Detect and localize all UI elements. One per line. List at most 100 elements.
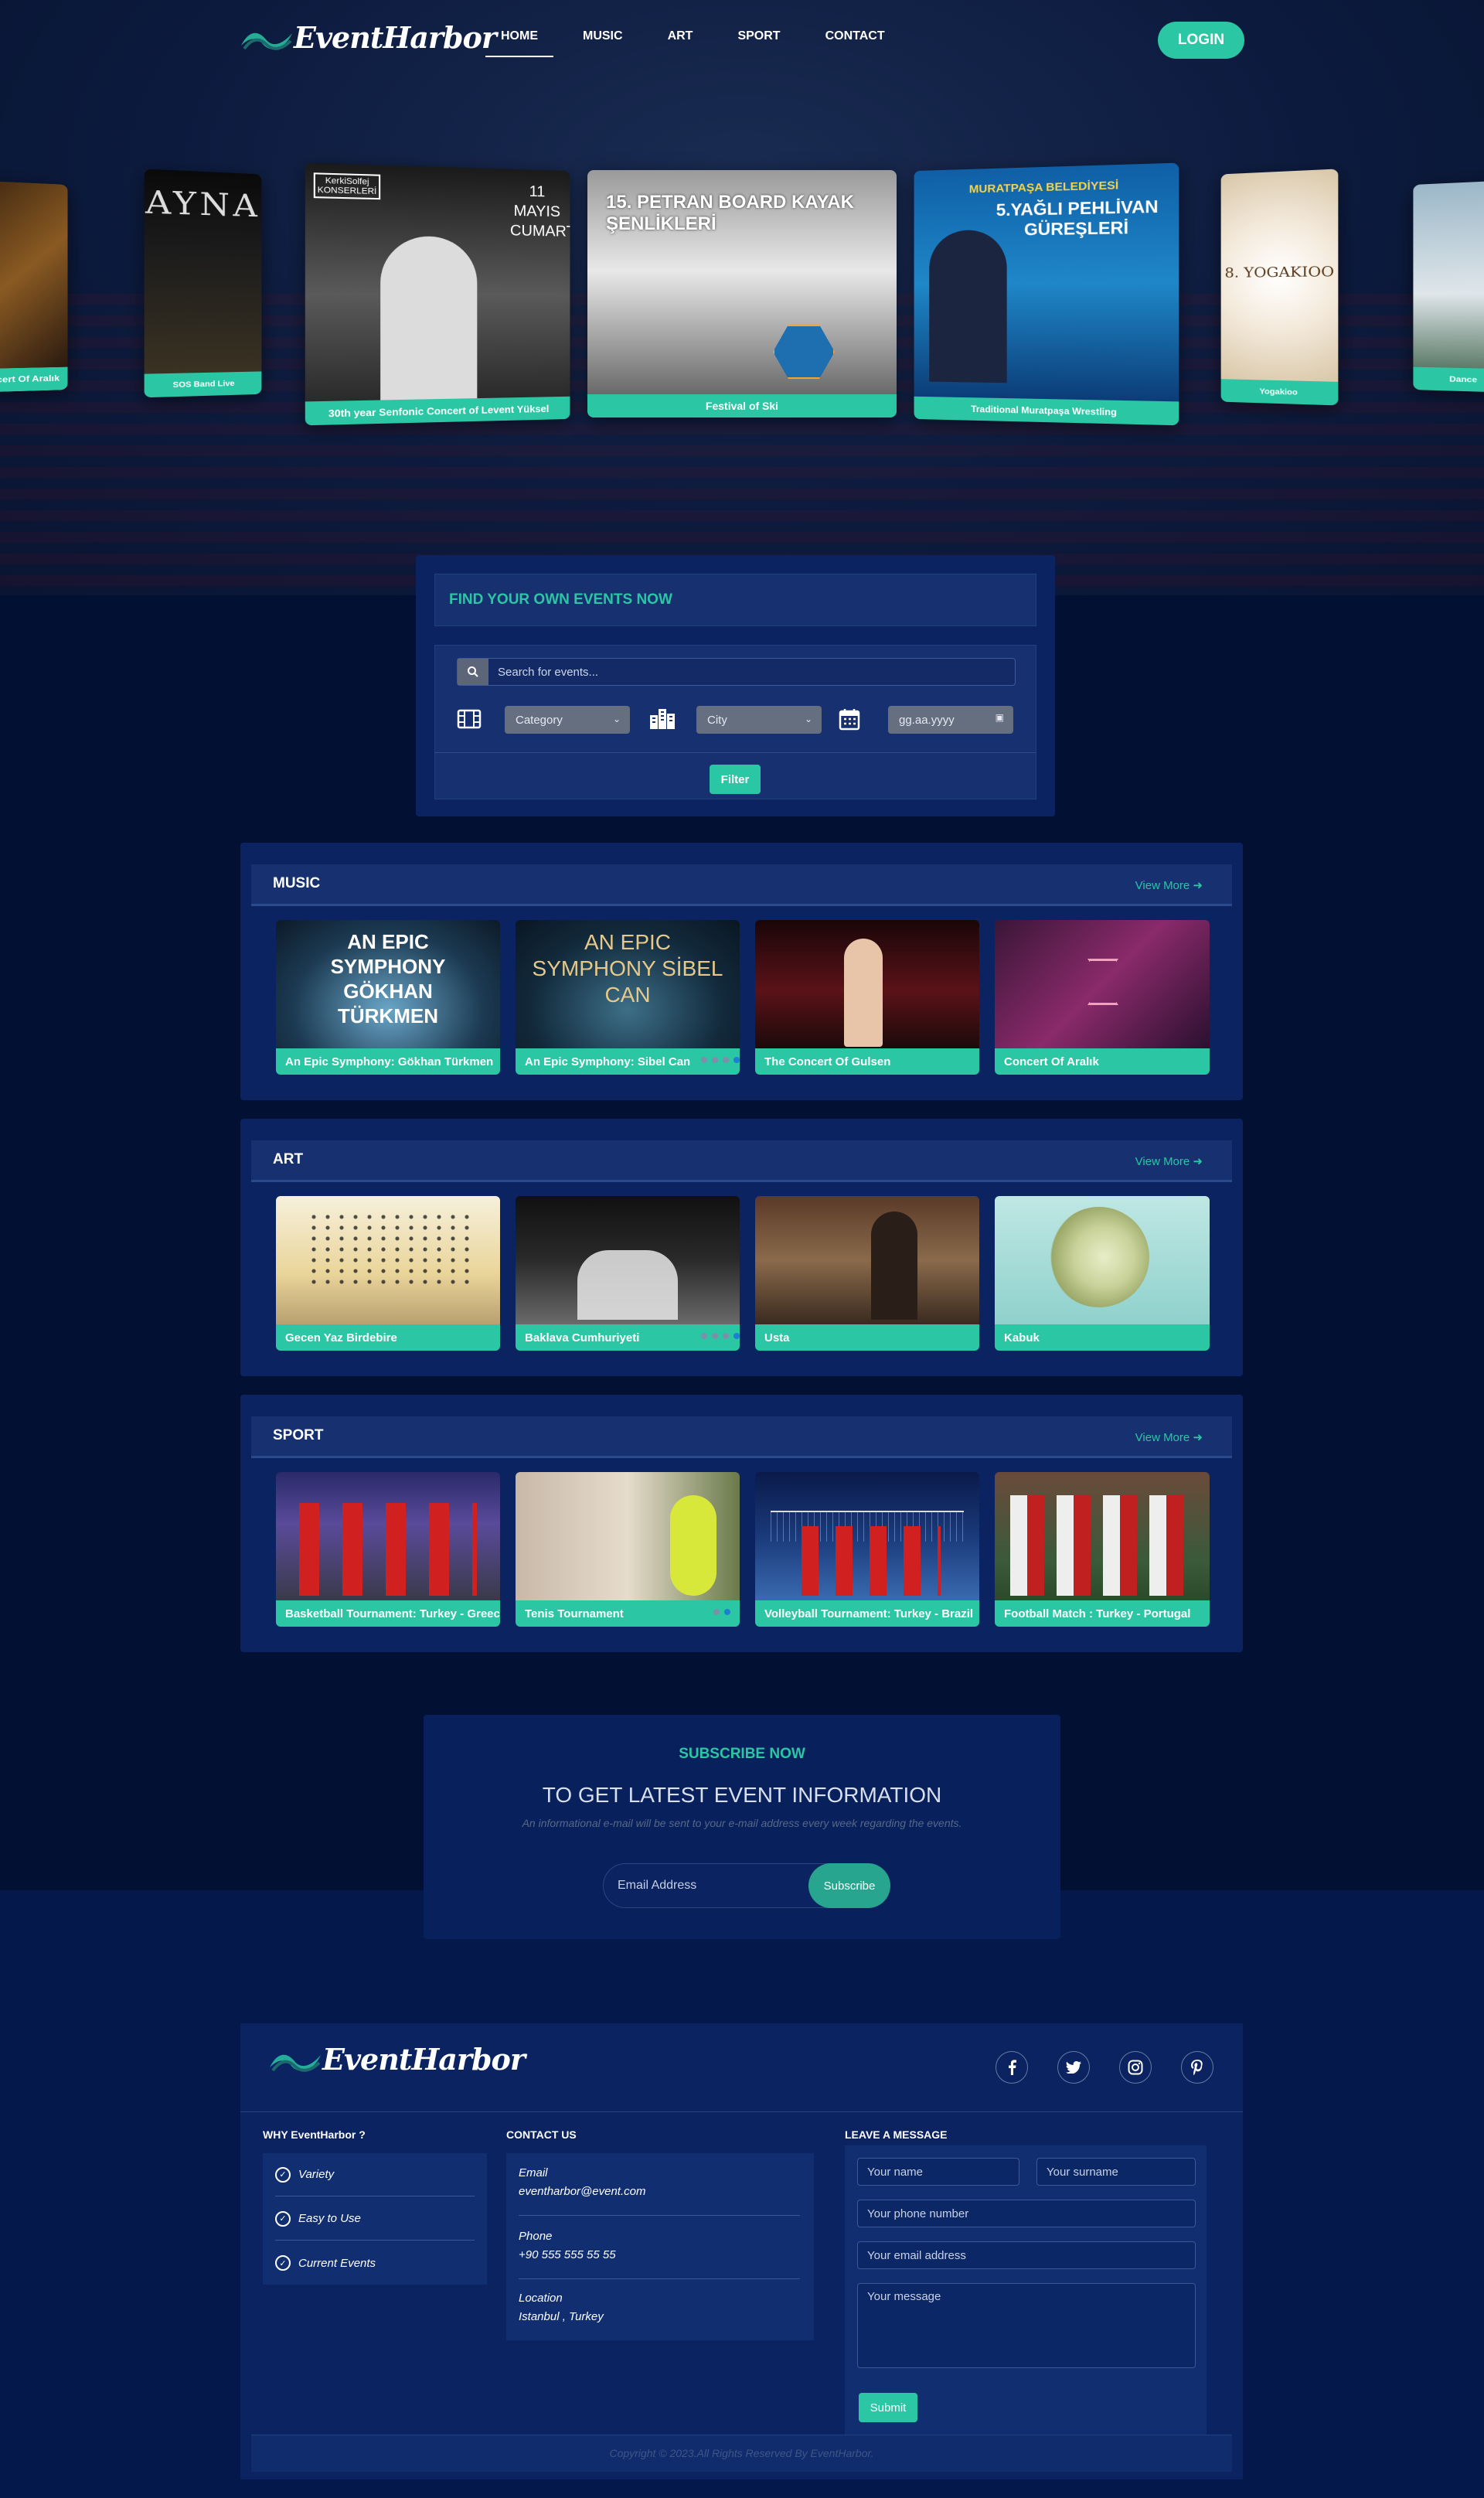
instagram-icon[interactable] <box>1119 2051 1152 2084</box>
date-input[interactable]: gg.aa.yyyy ▣ <box>888 706 1013 734</box>
slide-caption: Yogakioo <box>1220 379 1339 406</box>
location-label: Location <box>519 2292 563 2305</box>
slide-badge: MURATPAŞA BELEDİYESİ <box>968 179 1119 196</box>
slide-poster-text: 8. YOGAKIOO <box>1224 263 1335 281</box>
filter-button[interactable]: Filter <box>710 765 761 794</box>
name-input[interactable]: Your name <box>857 2158 1019 2186</box>
message-form: Your name Your surname Your phone number… <box>845 2145 1207 2439</box>
slide-badge: KerkiSolfej KONSERLERİ <box>313 172 381 200</box>
card-title: Tenis Tournament <box>516 1600 740 1627</box>
top-navbar: EventHarbor HOME MUSIC ART SPORT CONTACT… <box>240 19 1244 62</box>
twitter-icon[interactable] <box>1057 2051 1090 2084</box>
event-card[interactable]: AN EPIC SYMPHONY GÖKHAN TÜRKMEN An Epic … <box>276 920 500 1075</box>
contact-phone: Phone +90 555 555 55 55 <box>519 2227 800 2265</box>
phone-input[interactable]: Your phone number <box>857 2200 1196 2227</box>
chevron-down-icon: ⌄ <box>612 714 621 724</box>
carousel-slide[interactable]: Dance <box>1413 179 1484 393</box>
surname-input[interactable]: Your surname <box>1036 2158 1196 2186</box>
divider <box>519 2215 800 2216</box>
card-pagination[interactable] <box>713 1609 730 1615</box>
wave-logo-icon <box>270 2054 321 2072</box>
check-circle-icon: ✓ <box>275 2210 291 2227</box>
city-select[interactable]: City ⌄ <box>696 706 822 734</box>
view-more-link[interactable]: View More ➜ <box>1135 1154 1203 1168</box>
contact-info: Email eventharbor@event.com Phone +90 55… <box>506 2153 814 2340</box>
footer-top-bar: EventHarbor <box>240 2023 1243 2112</box>
facebook-icon[interactable] <box>996 2051 1028 2084</box>
card-poster-text: AN EPIC SYMPHONY SİBEL CAN <box>532 930 723 1007</box>
pinterest-icon[interactable] <box>1181 2051 1213 2084</box>
nav-art[interactable]: ART <box>652 29 709 49</box>
card-title: An Epic Symphony: Gökhan Türkmen <box>276 1048 500 1075</box>
card-row: Gecen Yaz Birdebire Baklava Cumhuriyeti … <box>276 1196 1213 1351</box>
event-card[interactable]: Volleyball Tournament: Turkey - Brazil <box>755 1472 979 1627</box>
email-input[interactable]: Your email address <box>857 2241 1196 2269</box>
carousel-slide[interactable]: AYNA SOS Band Live <box>144 169 262 398</box>
contact-heading: CONTACT US <box>506 2128 577 2141</box>
carousel-slide[interactable]: MURATPAŞA BELEDİYESİ 5.YAĞLI PEHLİVAN GÜ… <box>914 162 1179 426</box>
email-label: Email <box>519 2166 548 2179</box>
slide-poster-text: 5.YAĞLI PEHLİVAN GÜREŞLERİ <box>996 196 1159 240</box>
event-card[interactable]: Concert Of Aralık <box>995 920 1210 1075</box>
performer-figure <box>844 939 883 1047</box>
stage-performers <box>577 1250 678 1320</box>
login-button[interactable]: LOGIN <box>1158 22 1244 59</box>
carousel-slide[interactable]: 15. PETRAN BOARD KAYAK ŞENLİKLERİ Festiv… <box>587 170 897 417</box>
carousel-slide[interactable]: KerkiSolfej KONSERLERİ 11 MAYIS CUMARTES… <box>305 162 570 426</box>
carousel-slide[interactable]: 8. YOGAKIOO Yogakioo <box>1220 169 1339 406</box>
email-value[interactable]: eventharbor@event.com <box>519 2183 800 2201</box>
footer-logo[interactable]: EventHarbor <box>268 2042 526 2077</box>
event-card[interactable]: AN EPIC SYMPHONY SİBEL CAN An Epic Symph… <box>516 920 740 1075</box>
hexagon-photo <box>773 325 835 379</box>
event-card[interactable]: Usta <box>755 1196 979 1351</box>
subscribe-form: Subscribe <box>603 1863 890 1908</box>
why-item: ✓ Easy to Use <box>275 2197 475 2241</box>
nav-sport[interactable]: SPORT <box>722 29 795 49</box>
event-card[interactable]: Basketball Tournament: Turkey - Greece <box>276 1472 500 1627</box>
card-row: Basketball Tournament: Turkey - Greece T… <box>276 1472 1213 1627</box>
subscribe-button[interactable]: Subscribe <box>808 1863 890 1908</box>
event-card[interactable]: The Concert Of Gulsen <box>755 920 979 1075</box>
slide-poster-text: AYNA <box>145 184 261 225</box>
art-section: ART View More ➜ Gecen Yaz Birdebire Bakl… <box>240 1119 1243 1376</box>
event-card[interactable]: Kabuk <box>995 1196 1210 1351</box>
players <box>1010 1495 1196 1596</box>
carousel-slide[interactable]: Concert Of Aralık <box>0 179 68 393</box>
view-more-link[interactable]: View More ➜ <box>1135 1430 1203 1444</box>
divider <box>435 752 1036 753</box>
event-card[interactable]: Tenis Tournament <box>516 1472 740 1627</box>
slide-caption: Festival of Ski <box>587 394 897 417</box>
subscribe-description: An informational e-mail will be sent to … <box>522 1817 962 1829</box>
contact-email: Email eventharbor@event.com <box>519 2164 800 2201</box>
search-input[interactable] <box>488 659 1015 685</box>
brand-logo[interactable]: EventHarbor <box>240 20 497 55</box>
card-title: Football Match : Turkey - Portugal <box>995 1600 1210 1627</box>
message-heading: LEAVE A MESSAGE <box>845 2128 948 2141</box>
phone-value[interactable]: +90 555 555 55 55 <box>519 2246 800 2265</box>
nav-contact[interactable]: CONTACT <box>810 29 900 49</box>
submit-button[interactable]: Submit <box>859 2393 917 2422</box>
nav-music[interactable]: MUSIC <box>567 29 638 49</box>
tennis-player-figure <box>670 1495 716 1596</box>
section-title: MUSIC <box>273 875 321 891</box>
message-textarea[interactable]: Your message <box>857 2283 1196 2368</box>
card-pagination[interactable] <box>701 1057 740 1063</box>
event-card[interactable]: Baklava Cumhuriyeti <box>516 1196 740 1351</box>
calendar-icon <box>839 709 860 731</box>
nav-home[interactable]: HOME <box>485 29 553 57</box>
why-heading: WHY EventHarbor ? <box>263 2128 366 2141</box>
view-more-link[interactable]: View More ➜ <box>1135 878 1203 892</box>
category-select[interactable]: Category ⌄ <box>505 706 630 734</box>
event-card[interactable]: Gecen Yaz Birdebire <box>276 1196 500 1351</box>
slide-caption: Traditional Muratpaşa Wrestling <box>914 396 1179 426</box>
copyright: Copyright © 2023.All Rights Reserved By … <box>251 2435 1232 2472</box>
category-select-value: Category <box>516 713 563 727</box>
why-item: ✓ Variety <box>275 2153 475 2196</box>
players <box>299 1503 477 1596</box>
birds-silhouette <box>307 1212 469 1289</box>
event-card[interactable]: Football Match : Turkey - Portugal <box>995 1472 1210 1627</box>
card-pagination[interactable] <box>701 1333 740 1339</box>
phone-label: Phone <box>519 2230 553 2243</box>
slide-caption: 30th year Senfonic Concert of Levent Yük… <box>305 396 570 426</box>
section-header: SPORT View More ➜ <box>251 1416 1232 1458</box>
